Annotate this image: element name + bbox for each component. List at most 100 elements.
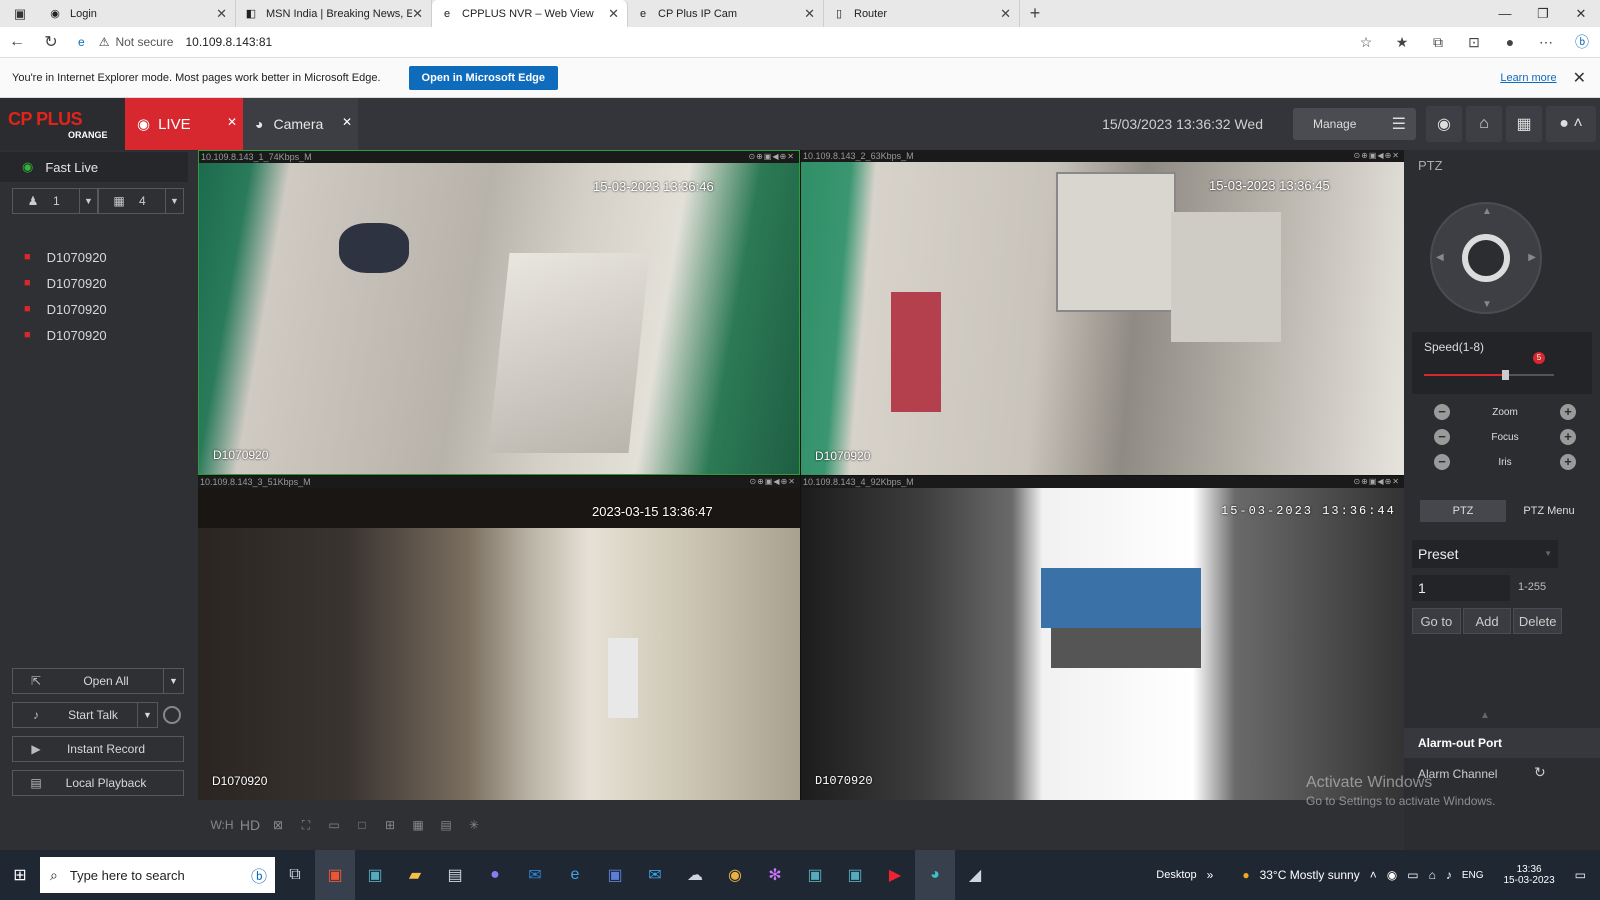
list-item[interactable]: ■ D1070920 (0, 270, 198, 296)
iris-open-button[interactable]: + (1560, 454, 1576, 470)
battery-icon[interactable]: ▭ (1407, 868, 1418, 882)
manage-button[interactable]: Manage ☰ (1293, 108, 1416, 140)
refresh-icon[interactable]: ↻ (1534, 764, 1546, 781)
aspect-ratio-icon[interactable]: W:H (208, 818, 236, 832)
tab-actions-icon[interactable]: ▣ (0, 0, 40, 27)
windows-start-icon[interactable]: ⊞ (0, 865, 40, 885)
talk-status-indicator[interactable] (163, 706, 181, 724)
app-icon[interactable]: ▣ (355, 850, 395, 900)
tab-ptz-menu[interactable]: PTZ Menu (1506, 500, 1592, 522)
desktop-toolbar[interactable]: Desktop (1156, 869, 1196, 881)
app-icon[interactable]: ▣ (835, 850, 875, 900)
ptz-joystick[interactable]: ▲ ▼ ◀ ▶ (1430, 202, 1542, 314)
tab-msn[interactable]: ◧ MSN India | Breaking News, Ente ✕ (236, 0, 432, 27)
fast-live-header[interactable]: ◉ Fast Live (0, 152, 188, 182)
chevron-right-icon[interactable]: » (1207, 868, 1214, 882)
layout-9-icon[interactable]: ▦ (404, 818, 432, 832)
chrome-icon[interactable]: ◉ (715, 850, 755, 900)
ie-mode-icon[interactable]: e (78, 35, 85, 49)
not-secure-label[interactable]: Not secure (115, 35, 173, 49)
zoom-in-button[interactable]: + (1560, 404, 1576, 420)
new-tab-icon[interactable]: + (1020, 0, 1050, 27)
stream-select[interactable]: ♟ 1 ▼ (12, 188, 98, 214)
zoom-out-button[interactable]: − (1434, 404, 1450, 420)
app-icon[interactable]: ▣ (795, 850, 835, 900)
eye-icon[interactable]: ◉ (1426, 106, 1462, 142)
hd-icon[interactable]: HD (236, 817, 264, 833)
url-field[interactable]: e ⚠ Not secure 10.109.8.143:81 (78, 35, 272, 49)
bing-icon[interactable]: ⓑ (1564, 32, 1600, 52)
close-icon[interactable]: ✕ (804, 6, 815, 22)
list-item[interactable]: ■ D1070920 (0, 244, 198, 270)
app-icon[interactable]: ▣ (315, 850, 355, 900)
chevron-down-icon[interactable]: ▼ (165, 189, 183, 213)
camera-view-4[interactable]: 10.109.8.143_4_92Kbps_M ⊙⊕▣◀⊕✕ 15-03-2023… (801, 476, 1404, 800)
layout-1-icon[interactable]: ▭ (320, 818, 348, 832)
tab-login[interactable]: ◉ Login ✕ (40, 0, 236, 27)
list-item[interactable]: ■ D1070920 (0, 296, 198, 322)
close-window-icon[interactable]: ✕ (1562, 0, 1600, 27)
layout-4-icon[interactable]: ⊞ (376, 818, 404, 832)
video-controls-icon[interactable]: ⊙⊕▣◀⊕✕ (748, 151, 795, 163)
ie-icon[interactable]: e (555, 850, 595, 900)
app-icon[interactable]: ▣ (595, 850, 635, 900)
camera-view-2[interactable]: 10.109.8.143_2_63Kbps_M ⊙⊕▣◀⊕✕ 15-03-2023… (801, 150, 1404, 475)
arrow-left-icon[interactable]: ◀ (1436, 252, 1444, 263)
more-icon[interactable]: ⋯ (1528, 34, 1564, 51)
volume-icon[interactable]: ♪ (1446, 868, 1452, 882)
focus-out-button[interactable]: − (1434, 429, 1450, 445)
clock[interactable]: 13:36 15-03-2023 (1499, 864, 1560, 886)
tab-cpplus-ipcam[interactable]: e CP Plus IP Cam ✕ (628, 0, 824, 27)
add-preset-button[interactable]: Add (1462, 608, 1512, 634)
collections-icon[interactable]: ⧉ (1420, 34, 1456, 51)
close-icon[interactable]: ✕ (1000, 6, 1011, 22)
learn-more-link[interactable]: Learn more (1500, 72, 1556, 84)
language-indicator[interactable]: ENG (1462, 870, 1484, 881)
close-icon[interactable]: ✕ (342, 115, 352, 129)
favorite-add-icon[interactable]: ☆ (1348, 34, 1384, 51)
tab-cpplus-nvr[interactable]: e CPPLUS NVR – Web View ✕ (432, 0, 628, 27)
close-icon[interactable]: ✕ (1573, 68, 1586, 88)
camera-view-1[interactable]: 10.109.8.143_1_74Kbps_M ⊙⊕▣◀⊕✕ 15-03-2023… (198, 150, 800, 475)
close-icon[interactable]: ✕ (227, 115, 237, 129)
app-icon[interactable]: ▶ (875, 850, 915, 900)
arrow-down-icon[interactable]: ▼ (1482, 299, 1492, 310)
close-icon[interactable]: ✕ (216, 6, 227, 22)
split-select[interactable]: ▦ 4 ▼ (98, 188, 184, 214)
tab-router[interactable]: ▯ Router ✕ (824, 0, 1020, 27)
layout-custom-icon[interactable]: ▤ (432, 818, 460, 832)
app-icon[interactable]: ☁ (675, 850, 715, 900)
refresh-icon[interactable]: ↻ (34, 32, 68, 52)
iris-close-button[interactable]: − (1434, 454, 1450, 470)
back-icon[interactable]: ← (0, 33, 34, 51)
close-icon[interactable]: ✕ (412, 6, 423, 22)
grid-icon[interactable]: ▦ (1506, 106, 1542, 142)
taskbar-search[interactable]: ⌕ Type here to search ⓑ (40, 857, 275, 893)
start-talk-button[interactable]: ♪ Start Talk ▼ (12, 702, 181, 728)
minimize-icon[interactable]: — (1486, 0, 1524, 27)
video-controls-icon[interactable]: ⊙⊕▣◀⊕✕ (749, 476, 796, 488)
url-text[interactable]: 10.109.8.143:81 (185, 35, 272, 49)
camera-tray-icon[interactable]: ◉ (1387, 868, 1397, 882)
delete-preset-button[interactable]: Delete (1513, 608, 1563, 634)
chevron-down-icon[interactable]: ▼ (79, 189, 97, 213)
app-icon[interactable]: ◢ (955, 850, 995, 900)
tab-ptz[interactable]: PTZ (1420, 500, 1506, 522)
restore-icon[interactable]: ❐ (1524, 0, 1562, 27)
open-in-edge-button[interactable]: Open in Microsoft Edge (408, 65, 558, 90)
list-item[interactable]: ■ D1070920 (0, 322, 198, 348)
collapse-icon[interactable]: ▲ (1480, 710, 1490, 721)
extensions-icon[interactable]: ⊡ (1456, 34, 1492, 51)
tab-live[interactable]: ◉ LIVE ✕ (125, 98, 243, 150)
arrow-right-icon[interactable]: ▶ (1528, 252, 1536, 263)
tab-camera[interactable]: ◕ Camera ✕ (243, 98, 358, 150)
notifications-icon[interactable]: ▭ (1575, 868, 1586, 882)
stream-icon[interactable]: ⊠ (264, 818, 292, 832)
instant-record-button[interactable]: ▶ Instant Record (12, 736, 184, 762)
bing-icon[interactable]: ⓑ (251, 863, 267, 887)
teams-icon[interactable]: ● (475, 850, 515, 900)
weather-text[interactable]: 33°C Mostly sunny (1260, 868, 1360, 882)
close-icon[interactable]: ✕ (608, 6, 619, 22)
edge-icon[interactable]: ◕ (915, 850, 955, 900)
settings-icon[interactable]: ✳ (460, 818, 488, 832)
